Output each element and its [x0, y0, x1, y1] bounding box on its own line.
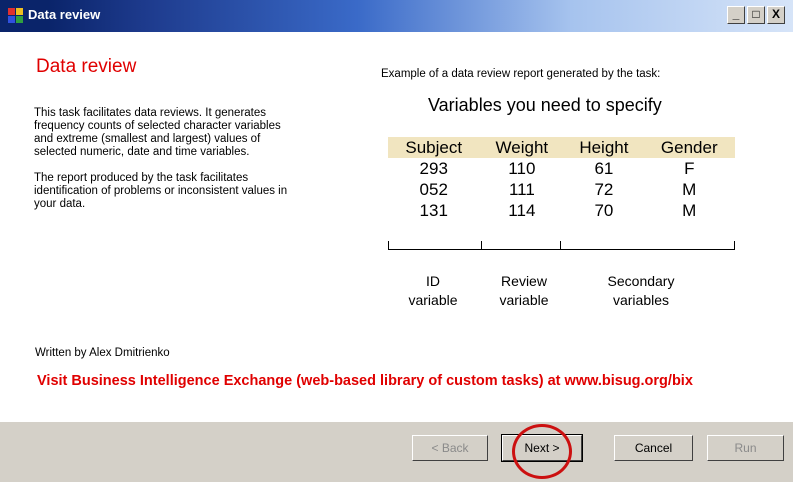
- column-header-height: Height: [579, 137, 629, 157]
- review-bracket: [481, 241, 561, 250]
- secondary-variables-label: Secondary variables: [591, 272, 691, 310]
- minimize-button[interactable]: _: [727, 6, 745, 24]
- table-cell: M: [682, 200, 697, 220]
- secondary-bracket: [560, 241, 735, 250]
- column-header-weight: Weight: [495, 137, 549, 157]
- description-line: and extreme (smallest and largest) value…: [34, 133, 261, 145]
- next-button[interactable]: Next >: [501, 434, 583, 462]
- back-button[interactable]: < Back: [412, 435, 488, 461]
- description-line: The report produced by the task facilita…: [34, 172, 249, 184]
- table-cell: 131: [419, 200, 448, 220]
- description-line: This task facilitates data reviews. It g…: [34, 107, 267, 119]
- window-title: Data review: [28, 7, 101, 22]
- title-bar[interactable]: Data review _ □ X: [0, 0, 793, 32]
- description-line: identification of problems or inconsiste…: [34, 185, 288, 197]
- page-heading: Data review: [36, 56, 137, 77]
- table-cell: 114: [508, 200, 536, 220]
- table-cell: 052: [419, 179, 448, 199]
- role-line: variables: [612, 292, 670, 308]
- column-header-gender: Gender: [660, 137, 718, 157]
- role-line: Review: [501, 273, 547, 289]
- cancel-button[interactable]: Cancel: [614, 435, 693, 461]
- description-line: selected numeric, date and time variable…: [34, 146, 250, 158]
- app-icon: [8, 8, 24, 24]
- example-title: Variables you need to specify: [428, 95, 662, 115]
- table-row: 131 114 70 M: [388, 200, 735, 221]
- table-cell: F: [684, 158, 695, 178]
- review-variable-label: Review variable: [484, 272, 564, 310]
- description-paragraph-1: This task facilitates data reviews. It g…: [34, 107, 354, 159]
- table-cell: 72: [594, 179, 614, 199]
- example-caption: Example of a data review report generate…: [381, 68, 661, 80]
- table-row: 052 111 72 M: [388, 179, 735, 200]
- run-button[interactable]: Run: [707, 435, 784, 461]
- description-line: your data.: [34, 198, 86, 210]
- author-credit: Written by Alex Dmitrienko: [35, 347, 170, 359]
- table-cell: 293: [419, 158, 448, 178]
- table-cell: 111: [508, 179, 535, 199]
- id-variable-label: ID variable: [398, 272, 468, 310]
- table-cell: M: [682, 179, 697, 199]
- table-cell: 61: [594, 158, 614, 178]
- visit-link[interactable]: Visit Business Intelligence Exchange (we…: [37, 373, 693, 389]
- table-cell: 70: [594, 200, 614, 220]
- close-button[interactable]: X: [767, 6, 785, 24]
- column-header-subject: Subject: [405, 137, 463, 157]
- maximize-button[interactable]: □: [747, 6, 765, 24]
- id-bracket: [388, 241, 482, 250]
- table-cell: 110: [508, 158, 536, 178]
- role-line: variable: [408, 292, 458, 308]
- example-table: Subject Weight Height Gender 293 110 61 …: [388, 137, 735, 221]
- table-row: 293 110 61 F: [388, 158, 735, 179]
- role-line: variable: [499, 292, 549, 308]
- table-header-row: Subject Weight Height Gender: [388, 137, 735, 158]
- description-paragraph-2: The report produced by the task facilita…: [34, 172, 354, 211]
- description-line: frequency counts of selected character v…: [34, 120, 281, 132]
- role-line: ID: [426, 273, 440, 289]
- role-line: Secondary: [607, 273, 675, 289]
